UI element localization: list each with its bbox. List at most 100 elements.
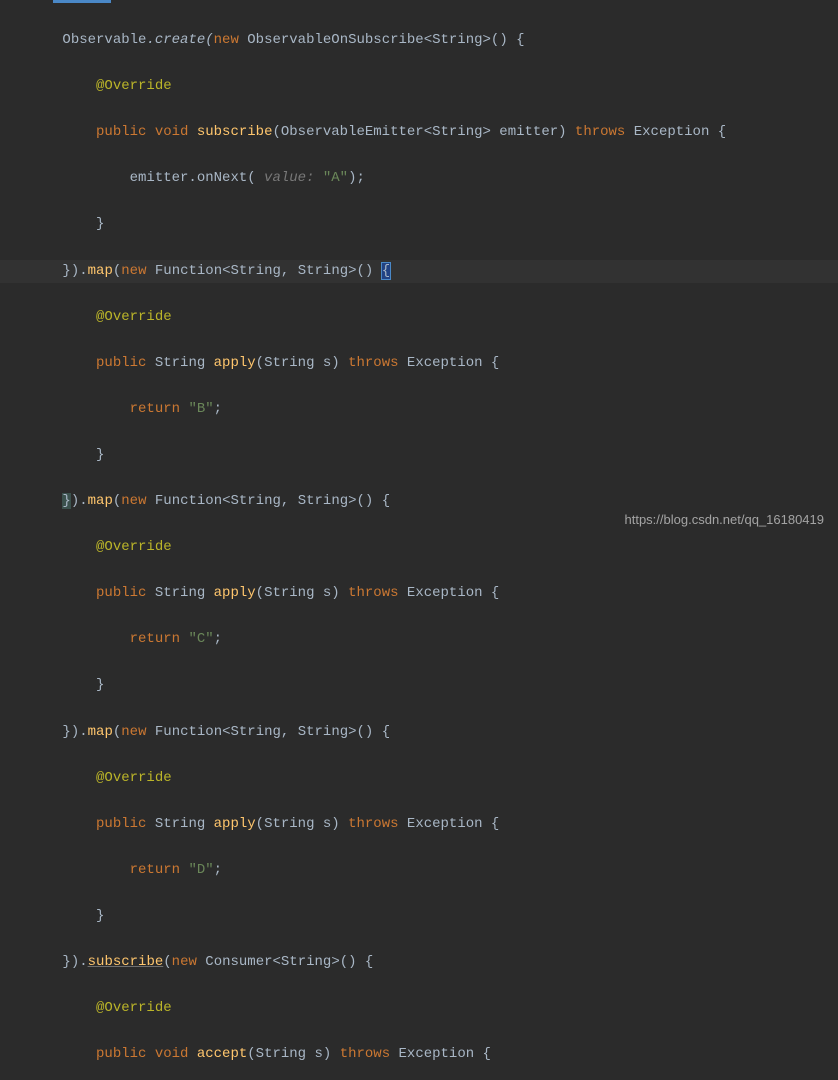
keyword-throws: throws (348, 585, 398, 601)
params: (String s) (247, 1046, 339, 1062)
annotation: @Override (96, 539, 172, 555)
params: (String s) (256, 585, 348, 601)
code-line: public String apply(String s) throws Exc… (12, 813, 838, 836)
type-ref: Function<String, String>() { (146, 724, 390, 740)
code-line: return "C"; (12, 628, 838, 651)
brace: } (96, 908, 104, 924)
params: (ObservableEmitter<String> emitter) (272, 124, 574, 140)
annotation: @Override (96, 1000, 172, 1016)
semicolon: ; (214, 631, 222, 647)
method-subscribe: subscribe (188, 124, 272, 140)
code-line: public String apply(String s) throws Exc… (12, 352, 838, 375)
keyword-new: new (214, 32, 239, 48)
return-type: String (146, 585, 213, 601)
semicolon: ; (214, 401, 222, 417)
return-type: String (146, 355, 213, 371)
close-call: }). (62, 954, 87, 970)
close-call: }). (62, 263, 87, 279)
type-ref: Consumer<String>() { (197, 954, 373, 970)
keyword-throws: throws (340, 1046, 390, 1062)
watermark: https://blog.csdn.net/qq_16180419 (625, 509, 825, 530)
string-literal: "C" (180, 631, 214, 647)
keyword-void: void (146, 124, 188, 140)
return-type: String (146, 816, 213, 832)
code-line: @Override (12, 306, 838, 329)
keyword-new: new (121, 493, 146, 509)
string-literal: "D" (180, 862, 214, 878)
method-subscribe: subscribe (88, 954, 164, 970)
keyword-public: public (96, 355, 146, 371)
annotation: @Override (96, 309, 172, 325)
close-call: ). (71, 493, 88, 509)
keyword-public: public (96, 816, 146, 832)
code-line: Observable.create(new ObservableOnSubscr… (12, 29, 838, 52)
keyword-throws: throws (348, 355, 398, 371)
method-apply: apply (214, 355, 256, 371)
paren: ( (113, 263, 121, 279)
brace: } (96, 216, 104, 232)
keyword-public: public (96, 1046, 146, 1062)
method-map: map (88, 263, 113, 279)
exception: Exception { (399, 816, 500, 832)
keyword-void: void (146, 1046, 188, 1062)
code-line: @Override (12, 767, 838, 790)
caret-brace: { (382, 263, 390, 279)
code-line: public String apply(String s) throws Exc… (12, 582, 838, 605)
code-line: } (12, 213, 838, 236)
method-accept: accept (188, 1046, 247, 1062)
paren: ( (113, 493, 121, 509)
paren: ( (163, 954, 171, 970)
static-method: .create( (146, 32, 213, 48)
exception: Exception { (390, 1046, 491, 1062)
annotation: @Override (96, 78, 172, 94)
code-line: public void subscribe(ObservableEmitter<… (12, 121, 838, 144)
brace: } (96, 447, 104, 463)
keyword-public: public (96, 124, 146, 140)
brace: } (96, 677, 104, 693)
method-call: emitter.onNext( (130, 170, 264, 186)
method-map: map (88, 724, 113, 740)
exception: Exception { (625, 124, 726, 140)
code-line: return "B"; (12, 398, 838, 421)
class-ref: Observable (62, 32, 146, 48)
keyword-public: public (96, 585, 146, 601)
keyword-return: return (130, 631, 180, 647)
keyword-new: new (121, 263, 146, 279)
code-line: }).subscribe(new Consumer<String>() { (12, 951, 838, 974)
type-ref: ObservableOnSubscribe<String>() { (239, 32, 525, 48)
statement-end: ); (348, 170, 365, 186)
exception: Exception { (399, 355, 500, 371)
keyword-throws: throws (348, 816, 398, 832)
keyword-new: new (172, 954, 197, 970)
matched-brace: } (62, 493, 70, 509)
semicolon: ; (214, 862, 222, 878)
keyword-return: return (130, 401, 180, 417)
code-line: } (12, 905, 838, 928)
code-line: } (12, 674, 838, 697)
keyword-throws: throws (575, 124, 625, 140)
method-apply: apply (214, 816, 256, 832)
tab-indicator (53, 0, 111, 3)
type-ref: Function<String, String>() (146, 263, 381, 279)
code-line: emitter.onNext( value: "A"); (12, 167, 838, 190)
paren: ( (113, 724, 121, 740)
method-map: map (88, 493, 113, 509)
code-line: }).map(new Function<String, String>() { (12, 721, 838, 744)
close-call: }). (62, 724, 87, 740)
method-apply: apply (214, 585, 256, 601)
code-line: } (12, 444, 838, 467)
string-literal: "B" (180, 401, 214, 417)
type-ref: Function<String, String>() { (146, 493, 390, 509)
code-line: return "D"; (12, 859, 838, 882)
params: (String s) (256, 355, 348, 371)
exception: Exception { (399, 585, 500, 601)
string-literal: "A" (323, 170, 348, 186)
params: (String s) (256, 816, 348, 832)
code-line: @Override (12, 997, 838, 1020)
annotation: @Override (96, 770, 172, 786)
keyword-return: return (130, 862, 180, 878)
code-line: @Override (12, 75, 838, 98)
code-line: public void accept(String s) throws Exce… (12, 1043, 838, 1066)
code-editor[interactable]: Observable.create(new ObservableOnSubscr… (0, 0, 838, 1080)
param-hint: value: (264, 170, 323, 186)
